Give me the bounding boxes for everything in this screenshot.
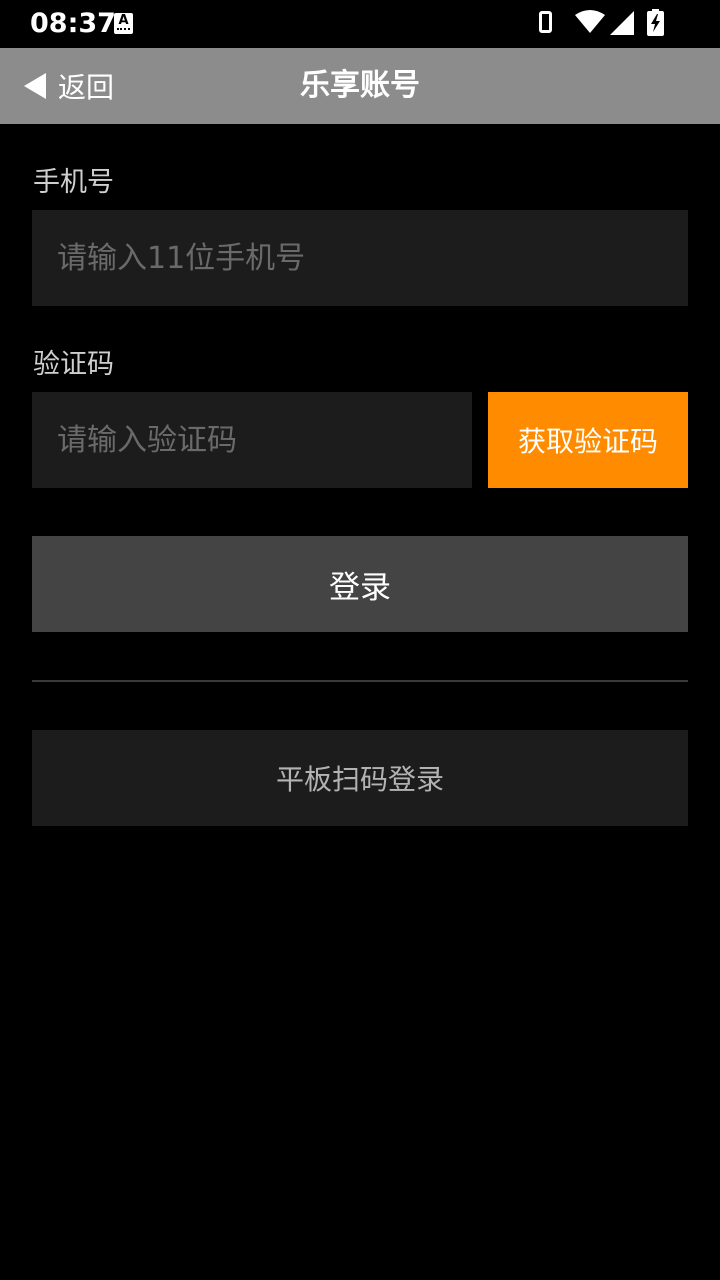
phone-label: 手机号 <box>33 167 114 198</box>
notification-a-letter: A <box>118 13 129 28</box>
login-button[interactable]: 登录 <box>32 536 688 632</box>
battery-charging-icon <box>647 9 664 36</box>
back-label: 返回 <box>58 71 115 104</box>
tablet-scan-login-button[interactable]: 平板扫码登录 <box>32 730 688 826</box>
get-code-button[interactable]: 获取验证码 <box>488 392 688 488</box>
phone-input[interactable] <box>32 210 688 306</box>
status-time: 08:37 <box>30 8 116 39</box>
code-label: 验证码 <box>33 349 114 380</box>
phone-icon <box>539 11 552 33</box>
divider <box>32 680 688 682</box>
code-input[interactable] <box>32 392 472 488</box>
notification-a-icon: A <box>114 13 133 34</box>
header-bar: 乐享账号 返回 <box>0 48 720 124</box>
status-bar: 08:37 A <box>0 0 720 48</box>
back-arrow-icon <box>24 73 46 99</box>
back-button[interactable]: 返回 <box>24 48 114 124</box>
wifi-icon <box>575 10 605 33</box>
signal-icon <box>610 11 634 35</box>
